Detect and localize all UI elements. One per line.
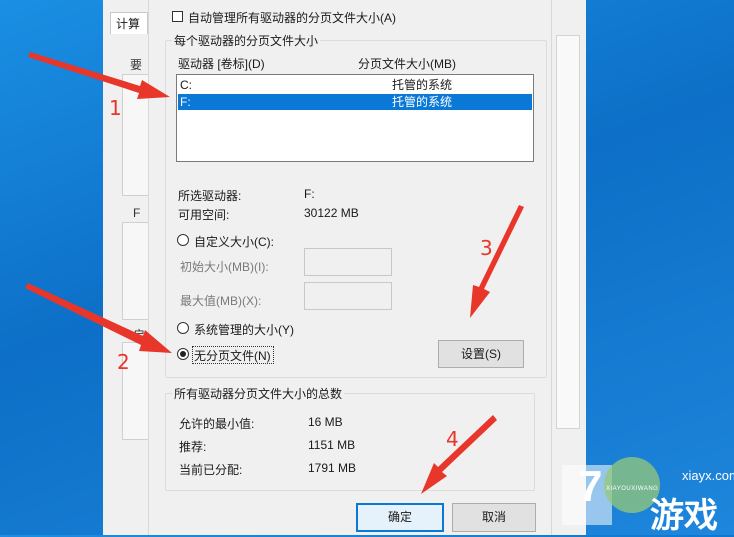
cancel-button[interactable]: 取消 xyxy=(452,503,536,532)
totals-group-title: 所有驱动器分页文件大小的总数 xyxy=(172,385,345,402)
annotation-number: 3 xyxy=(480,236,493,260)
background-panel-right xyxy=(556,35,580,429)
annotation-number: 2 xyxy=(117,350,130,374)
drive-letter: F: xyxy=(180,95,191,109)
system-managed-radio[interactable] xyxy=(177,322,189,334)
no-paging-file-label[interactable]: 无分页文件(N) xyxy=(194,347,271,364)
drive-list[interactable]: C: 托管的系统 F: 托管的系统 xyxy=(176,74,534,162)
recommended-label: 推荐: xyxy=(179,440,207,454)
cancel-button-label: 取消 xyxy=(481,510,506,524)
annotation-number: 1 xyxy=(109,96,122,120)
drive-size: 托管的系统 xyxy=(392,78,453,92)
drive-row-c[interactable]: C: 托管的系统 xyxy=(178,77,532,93)
free-space-value: 30122 MB xyxy=(304,206,359,220)
drive-row-f[interactable]: F: 托管的系统 xyxy=(178,94,532,110)
drive-column-header: 驱动器 [卷标](D) xyxy=(178,57,265,71)
auto-manage-label[interactable]: 自动管理所有驱动器的分页文件大小(A) xyxy=(188,9,396,26)
selected-drive-label: 所选驱动器: xyxy=(178,189,242,203)
recommended-value: 1151 MB xyxy=(308,438,356,452)
currently-allocated-value: 1791 MB xyxy=(308,461,357,475)
size-column-header: 分页文件大小(MB) xyxy=(358,57,456,71)
watermark-big-text: 游戏 xyxy=(650,497,718,535)
background-panel xyxy=(122,74,150,196)
auto-manage-checkbox[interactable] xyxy=(172,11,183,22)
drive-size: 托管的系统 xyxy=(392,95,453,109)
set-button[interactable]: 设置(S) xyxy=(438,340,524,368)
no-paging-file-radio[interactable] xyxy=(177,348,189,360)
annotation-number: 4 xyxy=(446,427,459,451)
custom-size-radio[interactable] xyxy=(177,234,189,246)
initial-size-input[interactable] xyxy=(304,248,392,276)
background-panel xyxy=(122,222,150,320)
background-char: 启 xyxy=(133,328,146,342)
ok-button-label: 确定 xyxy=(387,510,412,524)
ok-button[interactable]: 确定 xyxy=(356,503,444,532)
watermark-logo-char: 7 xyxy=(578,462,603,511)
selected-drive-value: F: xyxy=(304,187,315,201)
max-size-input[interactable] xyxy=(304,282,392,310)
background-tab-label: 计算 xyxy=(116,17,141,31)
min-allowed-label: 允许的最小值: xyxy=(179,417,255,431)
currently-allocated-label: 当前已分配: xyxy=(179,463,243,477)
per-drive-group-title: 每个驱动器的分页文件大小 xyxy=(172,32,321,49)
min-allowed-value: 16 MB xyxy=(308,415,343,429)
background-char: F xyxy=(133,206,141,220)
free-space-label: 可用空间: xyxy=(178,208,230,222)
background-char: 要 xyxy=(130,58,143,72)
system-managed-label[interactable]: 系统管理的大小(Y) xyxy=(194,321,294,338)
set-button-label: 设置(S) xyxy=(461,347,501,361)
drive-letter: C: xyxy=(180,78,192,92)
watermark-small-text: xiayx.com xyxy=(682,468,734,483)
background-tab[interactable]: 计算 xyxy=(110,12,148,34)
max-size-label: 最大值(MB)(X): xyxy=(180,294,262,308)
initial-size-label: 初始大小(MB)(I): xyxy=(180,260,269,274)
custom-size-label[interactable]: 自定义大小(C): xyxy=(194,233,274,250)
